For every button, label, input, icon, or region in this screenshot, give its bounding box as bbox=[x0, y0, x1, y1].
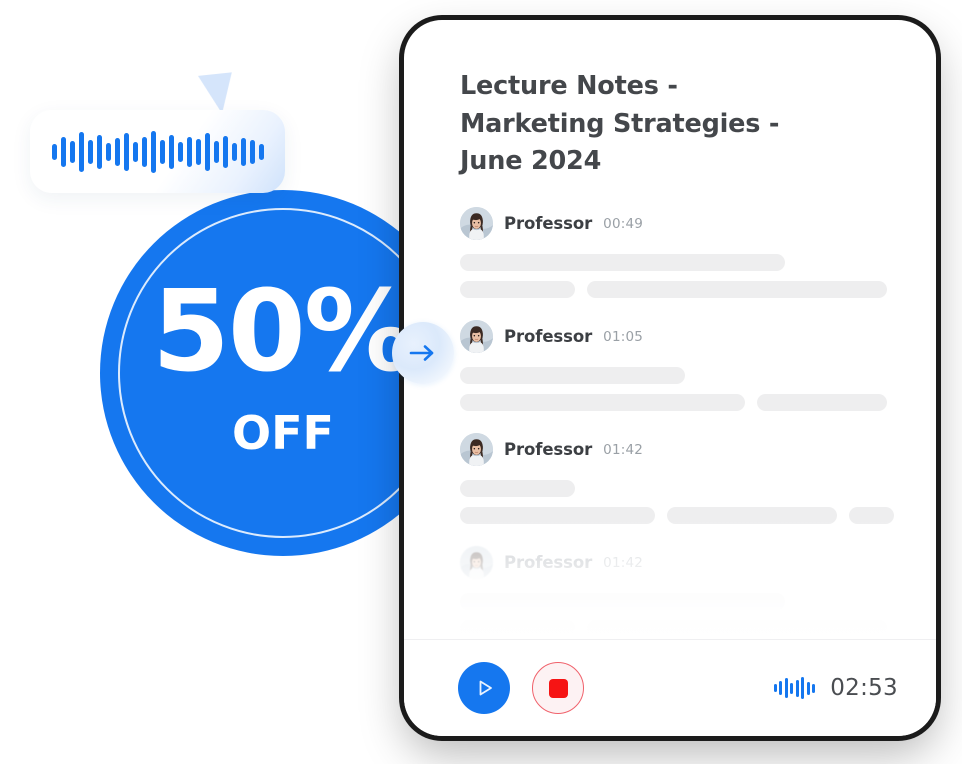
waveform-bar bbox=[60, 136, 66, 167]
waveform-bar bbox=[249, 139, 255, 164]
avatar bbox=[460, 433, 493, 467]
waveform-bar bbox=[812, 683, 816, 693]
player-status: 02:53 bbox=[773, 675, 898, 701]
transcript-placeholder-bar bbox=[460, 394, 745, 412]
waveform-bar bbox=[773, 684, 777, 692]
transcript-placeholder-bar bbox=[587, 281, 887, 299]
transcript-placeholder-bar bbox=[460, 281, 575, 299]
waveform-bar bbox=[784, 678, 788, 698]
transcript-entry[interactable]: Professor 01:05 bbox=[460, 320, 900, 412]
waveform-bar bbox=[806, 681, 810, 695]
waveform-bar bbox=[177, 141, 183, 162]
waveform-bar bbox=[69, 140, 75, 163]
waveform-bar bbox=[195, 138, 201, 165]
waveform-bar bbox=[114, 137, 120, 166]
player-time: 02:53 bbox=[830, 675, 898, 701]
waveform-bar bbox=[141, 136, 147, 167]
speech-bubble bbox=[30, 110, 285, 193]
waveform-bar bbox=[204, 132, 210, 171]
waveform-bar bbox=[186, 136, 192, 167]
waveform-bar bbox=[150, 130, 156, 173]
timestamp: 00:49 bbox=[603, 215, 644, 232]
page-title: Lecture Notes - Marketing Strategies - J… bbox=[460, 71, 780, 177]
audio-waveform-icon bbox=[30, 110, 285, 193]
waveform-bar bbox=[795, 679, 799, 697]
waveform-bar bbox=[258, 143, 264, 160]
waveform-bar bbox=[779, 681, 783, 695]
audio-waveform-icon bbox=[773, 676, 816, 700]
stop-icon bbox=[548, 678, 568, 698]
waveform-bar bbox=[132, 141, 138, 162]
waveform-bar bbox=[123, 132, 129, 171]
timestamp: 01:05 bbox=[603, 328, 644, 345]
waveform-bar bbox=[168, 134, 174, 169]
waveform-bar bbox=[231, 142, 237, 161]
transcript-entry[interactable]: Professor 01:42 bbox=[460, 433, 900, 525]
waveform-bar bbox=[790, 682, 794, 694]
transcript-entry[interactable]: Professor 00:49 bbox=[460, 207, 900, 299]
timestamp: 01:42 bbox=[603, 441, 644, 458]
transcript-placeholder-bar bbox=[460, 254, 785, 272]
waveform-bar bbox=[78, 131, 84, 172]
audio-player-bar: 02:53 bbox=[404, 639, 936, 736]
waveform-bar bbox=[105, 142, 111, 161]
transcript-entry-header: Professor 01:42 bbox=[460, 433, 900, 467]
transcript-list: Professor 00:49 Professor 01:05 Professor 01:… bbox=[460, 207, 900, 638]
transcript-placeholder-bar bbox=[587, 620, 887, 638]
stop-button[interactable] bbox=[532, 662, 584, 714]
waveform-bar bbox=[213, 140, 219, 163]
waveform-bar bbox=[87, 139, 93, 164]
arrow-right-icon[interactable] bbox=[392, 322, 454, 384]
waveform-bar bbox=[159, 139, 165, 164]
timestamp: 01:42 bbox=[603, 554, 644, 571]
transcript-placeholder-row bbox=[460, 254, 900, 272]
transcript-placeholder-bar bbox=[849, 507, 894, 525]
transcript-placeholder-bar bbox=[460, 480, 575, 498]
avatar bbox=[460, 546, 493, 580]
speaker-name: Professor bbox=[504, 440, 593, 460]
waveform-bar bbox=[801, 677, 805, 699]
play-button[interactable] bbox=[458, 662, 510, 714]
promo-percent: 50% bbox=[151, 267, 416, 397]
transcript-placeholder-row bbox=[460, 507, 900, 525]
waveform-bar bbox=[96, 134, 102, 169]
transcript-placeholder-bar bbox=[667, 507, 837, 525]
transcript-placeholder-bar bbox=[460, 367, 685, 385]
transcript-placeholder-row bbox=[460, 394, 900, 412]
transcript-entry-header: Professor 00:49 bbox=[460, 207, 900, 241]
promo-illustration: 50% OFF Lecture Notes - Marketing Strate… bbox=[0, 0, 962, 764]
transcript-placeholder-row bbox=[460, 367, 900, 385]
transcript-entry[interactable]: Professor 01:42 bbox=[460, 546, 900, 638]
speaker-name: Professor bbox=[504, 553, 593, 573]
transcript-placeholder-bar bbox=[757, 394, 887, 412]
avatar bbox=[460, 207, 493, 241]
transcript-placeholder-row bbox=[460, 593, 900, 611]
speaker-name: Professor bbox=[504, 327, 593, 347]
avatar bbox=[460, 320, 493, 354]
transcript-placeholder-bar bbox=[460, 593, 785, 611]
promo-off-label: OFF bbox=[232, 406, 334, 460]
transcript-panel: Lecture Notes - Marketing Strategies - J… bbox=[404, 20, 936, 639]
transcript-entry-header: Professor 01:05 bbox=[460, 320, 900, 354]
transcript-placeholder-row bbox=[460, 480, 900, 498]
waveform-bar bbox=[51, 143, 57, 160]
transcript-entry-header: Professor 01:42 bbox=[460, 546, 900, 580]
transcript-placeholder-row bbox=[460, 620, 900, 638]
speaker-name: Professor bbox=[504, 214, 593, 234]
transcript-placeholder-bar bbox=[460, 620, 575, 638]
transcript-placeholder-bar bbox=[460, 507, 655, 525]
waveform-bar bbox=[222, 135, 228, 168]
transcript-placeholder-row bbox=[460, 281, 900, 299]
waveform-bar bbox=[240, 137, 246, 166]
note-card: Lecture Notes - Marketing Strategies - J… bbox=[404, 20, 936, 736]
